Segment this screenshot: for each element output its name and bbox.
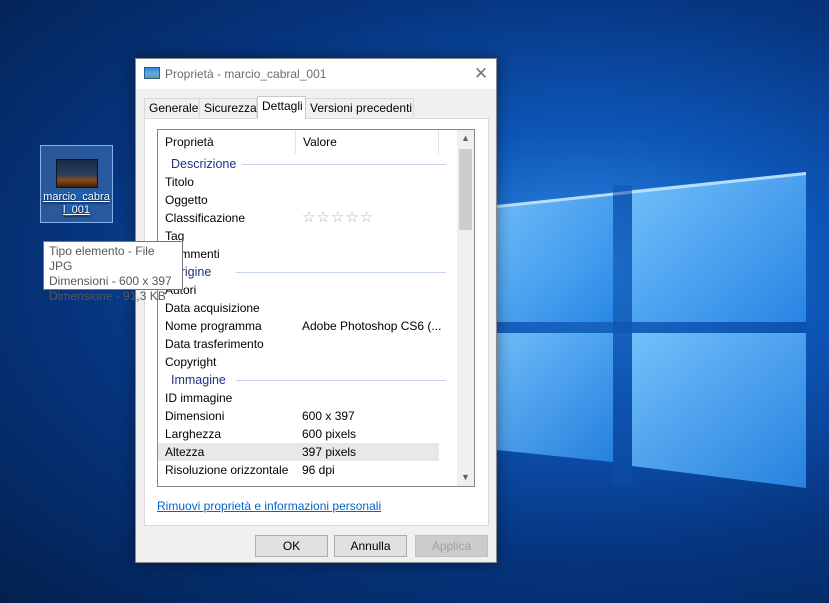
property-row[interactable]: Copyright (158, 353, 458, 371)
desktop-file-icon[interactable]: marcio_cabral_001 (40, 145, 113, 223)
apply-button[interactable]: Applica (415, 535, 488, 557)
property-name: Altezza (165, 445, 205, 459)
tab-dettagli[interactable]: Dettagli (257, 96, 306, 119)
group-label: Descrizione (171, 155, 243, 173)
tab-versioni-precedenti[interactable]: Versioni precedenti (305, 98, 414, 117)
property-value: 96 dpi (302, 463, 335, 477)
properties-list[interactable]: Proprietà Valore Descrizione Titolo Oggett… (157, 129, 475, 487)
property-row[interactable]: Risoluzione orizzontale 96 dpi (158, 461, 458, 479)
property-row[interactable]: Larghezza 600 pixels (158, 425, 458, 443)
vertical-scrollbar[interactable]: ▲ ▼ (457, 130, 474, 486)
cancel-button[interactable]: Annulla (334, 535, 407, 557)
property-name: Risoluzione orizzontale (165, 463, 289, 477)
details-panel: Proprietà Valore Descrizione Titolo Oggett… (144, 118, 489, 526)
group-header: Origine (158, 263, 458, 281)
property-row[interactable]: Classificazione ☆☆☆☆☆ (158, 209, 458, 227)
tooltip-dimensions: Dimensioni - 600 x 397 (49, 274, 172, 288)
group-divider (236, 272, 446, 273)
property-name: Copyright (165, 355, 217, 369)
property-value: 600 pixels (302, 427, 357, 441)
property-row[interactable]: Data trasferimento (158, 335, 458, 353)
tab-generale[interactable]: Generale (144, 98, 200, 117)
column-header-value[interactable]: Valore (296, 130, 439, 154)
property-row[interactable]: Dimensioni 600 x 397 (158, 407, 458, 425)
group-header: Descrizione (158, 155, 458, 173)
close-button[interactable]: ✕ (466, 59, 496, 89)
tab-sicurezza[interactable]: Sicurezza (199, 98, 257, 117)
property-value: 600 x 397 (302, 409, 355, 423)
property-row[interactable]: Altezza 397 pixels (158, 443, 439, 461)
group-divider (236, 380, 446, 381)
group-header: Immagine (158, 371, 458, 389)
image-file-icon (144, 67, 160, 79)
property-name: Titolo (165, 175, 194, 189)
dialog-title: Proprietà - marcio_cabral_001 (165, 67, 327, 81)
property-name: Dimensioni (165, 409, 225, 423)
property-name: Oggetto (165, 193, 208, 207)
group-label: Immagine (171, 371, 232, 389)
scrollbar-thumb[interactable] (459, 149, 472, 230)
property-row[interactable]: Oggetto (158, 191, 458, 209)
rating-stars-icon[interactable]: ☆☆☆☆☆ (302, 209, 374, 227)
property-value: Adobe Photoshop CS6 (... (302, 319, 442, 333)
scroll-down-icon[interactable]: ▼ (457, 469, 474, 486)
ok-button[interactable]: OK (255, 535, 328, 557)
properties-dialog: Proprietà - marcio_cabral_001 ✕ Generale… (135, 58, 497, 563)
list-header: Proprietà Valore (158, 130, 458, 154)
property-row[interactable]: Autori (158, 281, 458, 299)
group-divider (236, 164, 446, 165)
property-row[interactable]: ID immagine (158, 389, 458, 407)
desktop-file-label: marcio_cabral_001 (43, 191, 110, 216)
property-row[interactable]: Tag (158, 227, 458, 245)
image-thumbnail-icon (55, 159, 98, 188)
property-row[interactable]: Data acquisizione (158, 299, 458, 317)
property-name: ID immagine (165, 391, 233, 405)
property-name: Nome programma (165, 319, 262, 333)
property-name: Data acquisizione (165, 301, 260, 315)
column-header-property[interactable]: Proprietà (158, 130, 296, 154)
scroll-up-icon[interactable]: ▲ (457, 130, 474, 147)
dialog-titlebar[interactable]: Proprietà - marcio_cabral_001 ✕ (136, 59, 496, 89)
property-name: Data trasferimento (165, 337, 264, 351)
property-value: 397 pixels (302, 445, 357, 459)
property-row[interactable]: Titolo (158, 173, 458, 191)
remove-properties-link[interactable]: Rimuovi proprietà e informazioni persona… (157, 499, 381, 513)
property-name: Larghezza (165, 427, 222, 441)
tooltip-type: Tipo elemento - File JPG (49, 244, 155, 273)
close-icon: ✕ (473, 64, 489, 83)
property-name: Classificazione (165, 211, 246, 225)
list-rows: Descrizione Titolo Oggetto Classificazione ☆… (158, 155, 458, 479)
property-row[interactable]: Nome programma Adobe Photoshop CS6 (... (158, 317, 458, 335)
file-tooltip: Tipo elemento - File JPG Dimensioni - 60… (43, 241, 183, 303)
property-row[interactable]: Commenti (158, 245, 458, 263)
tooltip-size: Dimensione - 91,3 KB (49, 289, 166, 303)
